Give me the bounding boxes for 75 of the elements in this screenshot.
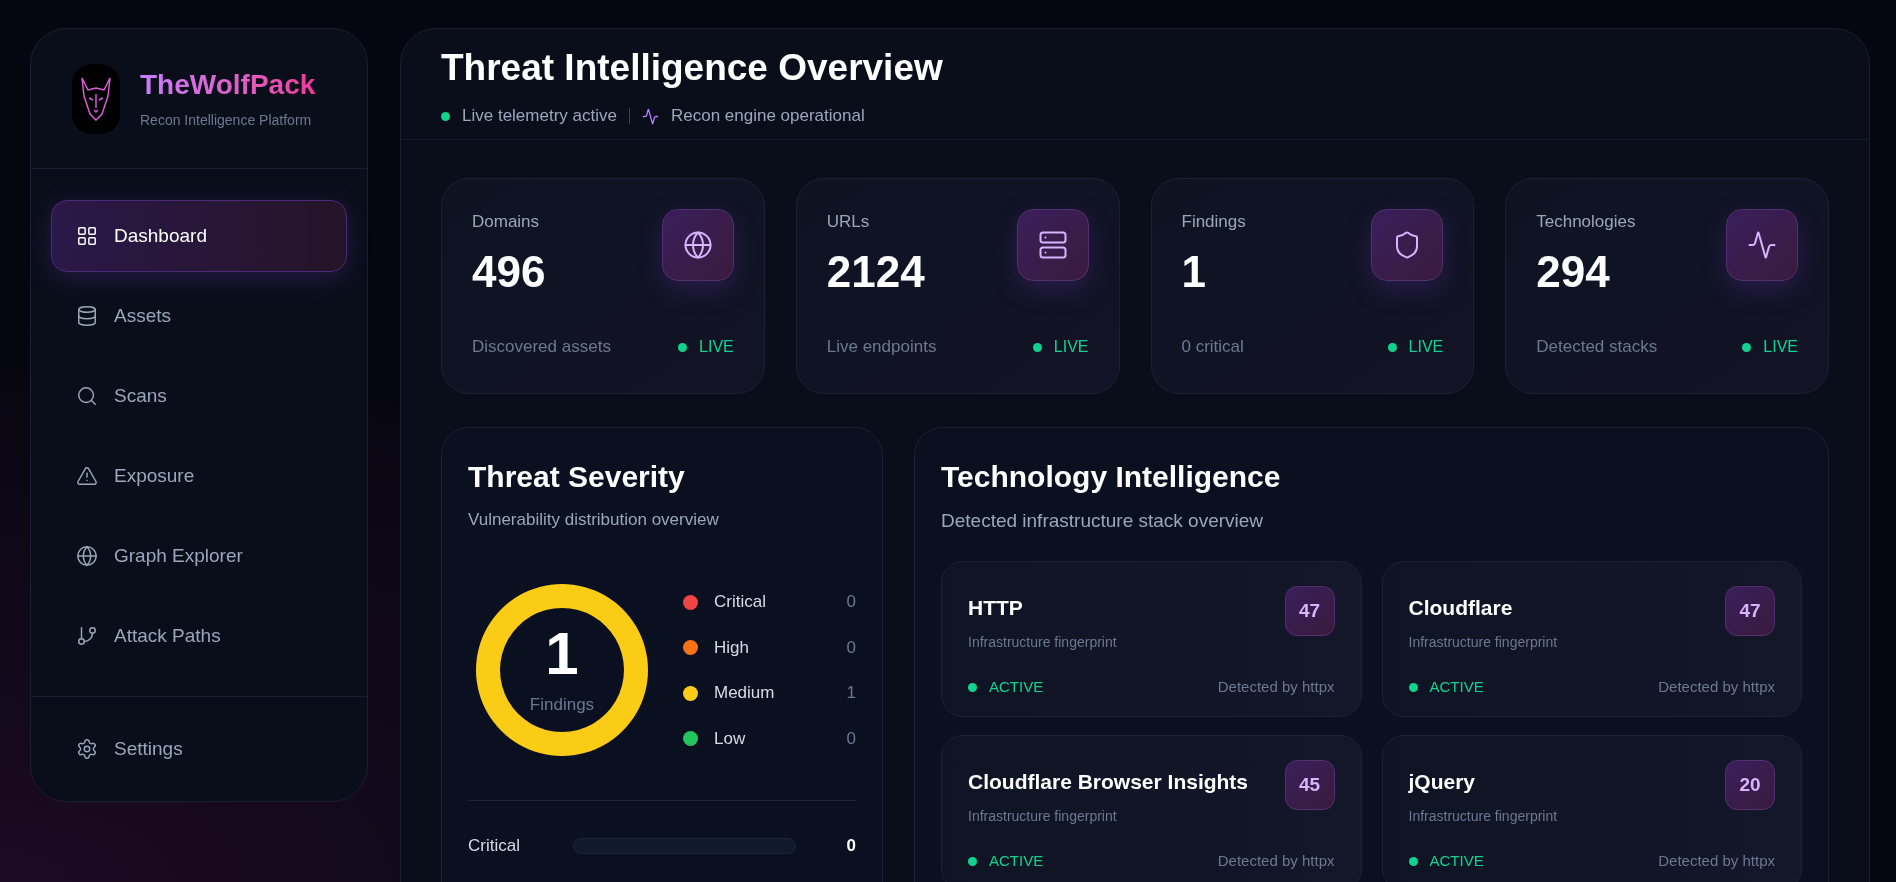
page-title: Threat Intelligence Overview	[441, 46, 944, 90]
live-label: LIVE	[699, 337, 734, 357]
donut-total: 1	[545, 623, 579, 684]
bar-count: 0	[845, 835, 856, 858]
tech-name: HTTP	[968, 595, 1024, 622]
legend-count: 0	[846, 591, 856, 614]
stat-value: 1	[1181, 250, 1207, 295]
search-icon	[76, 385, 98, 407]
pulse-icon	[1747, 229, 1777, 260]
tech-description: Infrastructure fingerprint	[968, 806, 1118, 826]
tech-name: Cloudflare Browser Insights	[968, 769, 1249, 796]
globe-icon	[682, 229, 713, 260]
stat-value: 496	[472, 250, 546, 295]
donut-label: Findings	[529, 693, 595, 716]
database-icon	[76, 305, 98, 327]
live-label: LIVE	[1053, 337, 1089, 357]
stat-value: 2124	[826, 250, 925, 295]
wolf-logo-icon	[72, 63, 120, 134]
nav-item[interactable]: Graph Explorer	[51, 520, 347, 592]
tech-count: 20	[1725, 760, 1775, 811]
server-icon	[1037, 229, 1068, 260]
nav-item[interactable]: Scans	[51, 360, 347, 432]
legend-label: High	[714, 636, 750, 659]
status-text: Live telemetry active	[462, 105, 617, 128]
nav-item[interactable]: Settings	[51, 713, 347, 785]
settings-icon	[76, 738, 98, 760]
tech-source: Detected by httpx	[1217, 850, 1335, 871]
stat-caption: Discovered assets	[472, 336, 611, 359]
nav-item[interactable]: Dashboard	[51, 200, 347, 272]
status-text: Recon engine operational	[670, 105, 865, 128]
live-label: LIVE	[1408, 337, 1444, 357]
tech-description: Infrastructure fingerprint	[968, 632, 1117, 652]
active-status: ACTIVE	[989, 676, 1044, 697]
active-status: ACTIVE	[1429, 850, 1484, 871]
card-title: Threat Severity	[468, 458, 686, 495]
brand-tagline: Recon Intelligence Platform	[140, 110, 313, 130]
active-status: ACTIVE	[989, 850, 1044, 871]
stat-label: URLs	[826, 210, 871, 233]
live-label: LIVE	[1763, 337, 1798, 357]
stat-label: Technologies	[1536, 210, 1636, 233]
nav-item[interactable]: Assets	[51, 280, 347, 352]
branch-icon	[76, 625, 98, 647]
tech-count: 47	[1725, 586, 1775, 637]
legend-count: 1	[846, 682, 856, 705]
card-subtitle: Vulnerability distribution overview	[468, 508, 720, 531]
tech-name: Cloudflare	[1408, 595, 1514, 622]
tech-source: Detected by httpx	[1658, 676, 1775, 697]
tech-source: Detected by httpx	[1217, 676, 1335, 697]
stat-value: 294	[1536, 250, 1611, 295]
tech-count: 47	[1284, 586, 1335, 637]
tech-description: Infrastructure fingerprint	[1408, 632, 1558, 652]
bar-label: Critical	[468, 835, 521, 858]
globe-icon	[76, 545, 98, 567]
stat-label: Findings	[1181, 210, 1246, 233]
tech-source: Detected by httpx	[1658, 850, 1775, 871]
legend-label: Low	[714, 727, 747, 750]
card-subtitle: Detected infrastructure stack overview	[941, 508, 1265, 533]
legend-count: 0	[846, 727, 856, 750]
legend-label: Critical	[714, 591, 767, 614]
stat-label: Domains	[472, 210, 541, 233]
nav-item[interactable]: Exposure	[51, 440, 347, 512]
tech-name: jQuery	[1408, 769, 1477, 796]
pulse-icon	[641, 107, 659, 125]
active-status: ACTIVE	[1429, 676, 1484, 697]
stat-caption: 0 critical	[1181, 336, 1244, 359]
tech-description: Infrastructure fingerprint	[1408, 806, 1558, 826]
stat-caption: Live endpoints	[826, 336, 937, 359]
card-title: Technology Intelligence	[941, 458, 1282, 495]
legend-label: Medium	[714, 682, 776, 705]
grid-icon	[76, 225, 98, 247]
warning-icon	[76, 465, 98, 487]
tech-count: 45	[1284, 760, 1335, 811]
stat-caption: Detected stacks	[1536, 336, 1658, 359]
legend-count: 0	[846, 636, 856, 659]
nav-item[interactable]: Attack Paths	[51, 600, 347, 672]
